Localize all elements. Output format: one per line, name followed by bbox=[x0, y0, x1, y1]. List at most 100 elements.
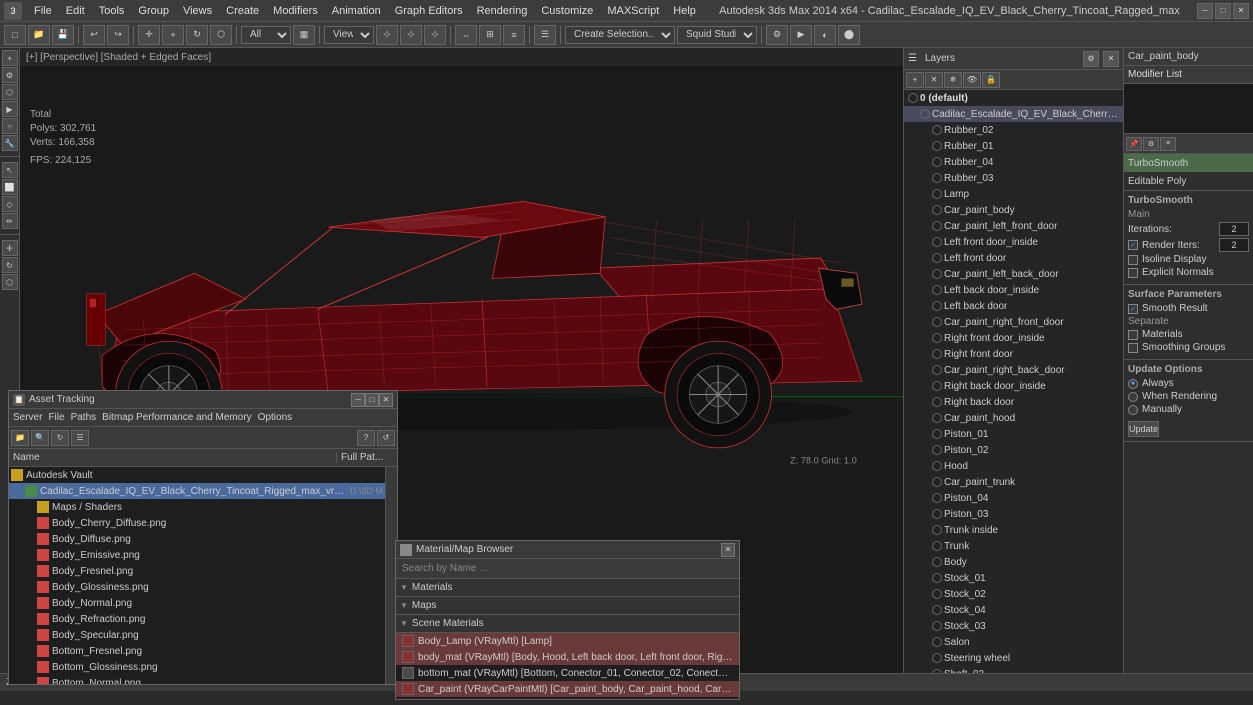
asset-tb-1[interactable]: 📁 bbox=[11, 430, 29, 446]
menu-item-group[interactable]: Group bbox=[132, 3, 175, 19]
menu-item-create[interactable]: Create bbox=[220, 3, 265, 19]
asset-item[interactable]: Bottom_Glossiness.png bbox=[9, 659, 385, 675]
layer-item[interactable]: Left back door bbox=[904, 298, 1123, 314]
layer-item[interactable]: Trunk inside bbox=[904, 522, 1123, 538]
tb-undo[interactable]: ↩ bbox=[83, 25, 105, 45]
layer-item[interactable]: Stock_02 bbox=[904, 586, 1123, 602]
material-item[interactable]: bottom_mat (VRayMtl) [Bottom, Conector_0… bbox=[396, 665, 739, 681]
layer-item[interactable]: Body bbox=[904, 554, 1123, 570]
tb-scale[interactable]: ⬡ bbox=[210, 25, 232, 45]
layer-item[interactable]: Car_paint_trunk bbox=[904, 474, 1123, 490]
mod-more-btn[interactable]: ≡ bbox=[1160, 137, 1176, 151]
tool-create[interactable]: + bbox=[2, 50, 18, 66]
layer-item[interactable]: Shaft_02 bbox=[904, 666, 1123, 673]
layer-item[interactable]: Stock_03 bbox=[904, 618, 1123, 634]
asset-item[interactable]: Body_Cherry_Diffuse.png bbox=[9, 515, 385, 531]
material-item[interactable]: Car_paint (VRayCarPaintMtl) [Car_paint_b… bbox=[396, 681, 739, 697]
render-iters-checkbox[interactable]: ✓ bbox=[1128, 240, 1138, 250]
render-iters-input[interactable] bbox=[1219, 238, 1249, 252]
layer-item[interactable]: Right front door bbox=[904, 346, 1123, 362]
tb-redo[interactable]: ↪ bbox=[107, 25, 129, 45]
asset-menu-file[interactable]: File bbox=[48, 412, 64, 423]
scene-materials-section[interactable]: ▼ Scene Materials bbox=[396, 615, 739, 633]
tb-layer-mgr[interactable]: ☰ bbox=[534, 25, 556, 45]
close-btn[interactable]: ✕ bbox=[1233, 3, 1249, 19]
asset-item[interactable]: Body_Diffuse.png bbox=[9, 531, 385, 547]
update-btn[interactable]: Update bbox=[1128, 421, 1159, 437]
mat-close-btn[interactable]: ✕ bbox=[721, 543, 735, 557]
layers-del-btn[interactable]: ✕ bbox=[925, 72, 943, 88]
layer-item[interactable]: Hood bbox=[904, 458, 1123, 474]
maps-section[interactable]: ▼ Maps bbox=[396, 597, 739, 615]
layers-list[interactable]: 0 (default)Cadilac_Escalade_IQ_EV_Black_… bbox=[904, 90, 1123, 673]
explicit-normals-checkbox[interactable] bbox=[1128, 268, 1138, 278]
manually-radio[interactable] bbox=[1128, 405, 1138, 415]
layers-settings-btn[interactable]: ⚙ bbox=[1083, 51, 1099, 67]
layer-item[interactable]: Piston_01 bbox=[904, 426, 1123, 442]
tool-display[interactable]: ○ bbox=[2, 118, 18, 134]
asset-tb-help[interactable]: ? bbox=[357, 430, 375, 446]
menu-item-animation[interactable]: Animation bbox=[326, 3, 387, 19]
smooth-result-checkbox[interactable]: ✓ bbox=[1128, 304, 1138, 314]
asset-item[interactable]: Body_Glossiness.png bbox=[9, 579, 385, 595]
asset-item[interactable]: Body_Specular.png bbox=[9, 627, 385, 643]
layer-item[interactable]: Left back door_inside bbox=[904, 282, 1123, 298]
tb-select-by-name[interactable]: ▦ bbox=[293, 25, 315, 45]
tb-select[interactable]: ✛ bbox=[138, 25, 160, 45]
layers-hide-btn[interactable]: 👁 bbox=[963, 72, 981, 88]
layer-item[interactable]: Trunk bbox=[904, 538, 1123, 554]
when-rendering-radio[interactable] bbox=[1128, 392, 1138, 402]
menu-item-views[interactable]: Views bbox=[177, 3, 218, 19]
tool-cursor[interactable]: ↖ bbox=[2, 162, 18, 178]
tool-move[interactable]: ✛ bbox=[2, 240, 18, 256]
layers-close-btn[interactable]: ✕ bbox=[1103, 51, 1119, 67]
material-item[interactable]: Body_Lamp (VRayMtl) [Lamp] bbox=[396, 633, 739, 649]
asset-restore-btn[interactable]: □ bbox=[365, 393, 379, 407]
layer-item[interactable]: Rubber_01 bbox=[904, 138, 1123, 154]
viewport-dropdown[interactable]: View bbox=[324, 26, 374, 44]
layer-item[interactable]: Piston_04 bbox=[904, 490, 1123, 506]
tb-new[interactable]: □ bbox=[4, 25, 26, 45]
layer-item[interactable]: Right back door_inside bbox=[904, 378, 1123, 394]
tool-scale[interactable]: ⬡ bbox=[2, 274, 18, 290]
tool-lasso[interactable]: ◇ bbox=[2, 196, 18, 212]
minimize-btn[interactable]: ─ bbox=[1197, 3, 1213, 19]
menu-item-edit[interactable]: Edit bbox=[60, 3, 91, 19]
layer-item[interactable]: Cadilac_Escalade_IQ_EV_Black_Cherry_Tinc… bbox=[904, 106, 1123, 122]
menu-item-graph-editors[interactable]: Graph Editors bbox=[389, 3, 469, 19]
tool-utilities[interactable]: 🔧 bbox=[2, 135, 18, 151]
layer-item[interactable]: Rubber_04 bbox=[904, 154, 1123, 170]
tb-array[interactable]: ⊞ bbox=[479, 25, 501, 45]
asset-menu-paths[interactable]: Paths bbox=[71, 412, 97, 423]
tb-rotate[interactable]: ↻ bbox=[186, 25, 208, 45]
layer-item[interactable]: Left front door_inside bbox=[904, 234, 1123, 250]
layer-item[interactable]: Car_paint_hood bbox=[904, 410, 1123, 426]
layer-item[interactable]: Steering wheel bbox=[904, 650, 1123, 666]
layer-item[interactable]: 0 (default) bbox=[904, 90, 1123, 106]
asset-list[interactable]: Autodesk VaultCadilac_Escalade_IQ_EV_Bla… bbox=[9, 467, 385, 684]
material-item[interactable]: salon_mat (VRayMtl) [Left back door_insi… bbox=[396, 697, 739, 699]
menu-item-file[interactable]: File bbox=[28, 3, 58, 19]
isoline-checkbox[interactable] bbox=[1128, 255, 1138, 265]
asset-minimize-btn[interactable]: ─ bbox=[351, 393, 365, 407]
asset-item[interactable]: Autodesk Vault bbox=[9, 467, 385, 483]
tb-mat-editor[interactable]: ⬤ bbox=[838, 25, 860, 45]
tb-snap2[interactable]: ⊹ bbox=[400, 25, 422, 45]
layers-freeze-btn[interactable]: ❄ bbox=[944, 72, 962, 88]
layer-item[interactable]: Lamp bbox=[904, 186, 1123, 202]
layer-item[interactable]: Right back door bbox=[904, 394, 1123, 410]
modifier-item-turbosmooth[interactable]: TurboSmooth bbox=[1124, 154, 1253, 172]
tb-render-setup[interactable]: ⚙ bbox=[766, 25, 788, 45]
asset-tb-refresh[interactable]: ↺ bbox=[377, 430, 395, 446]
menu-item-help[interactable]: Help bbox=[667, 3, 702, 19]
layer-item[interactable]: Piston_03 bbox=[904, 506, 1123, 522]
layer-item[interactable]: Car_paint_left_back_door bbox=[904, 266, 1123, 282]
menu-item-customize[interactable]: Customize bbox=[535, 3, 599, 19]
asset-menu-server[interactable]: Server bbox=[13, 412, 42, 423]
maximize-btn[interactable]: □ bbox=[1215, 3, 1231, 19]
tool-motion[interactable]: ▶ bbox=[2, 101, 18, 117]
asset-item[interactable]: Bottom_Normal.png bbox=[9, 675, 385, 684]
smoothing-groups-checkbox[interactable] bbox=[1128, 343, 1138, 353]
tb-align[interactable]: ≡ bbox=[503, 25, 525, 45]
layer-item[interactable]: Salon bbox=[904, 634, 1123, 650]
